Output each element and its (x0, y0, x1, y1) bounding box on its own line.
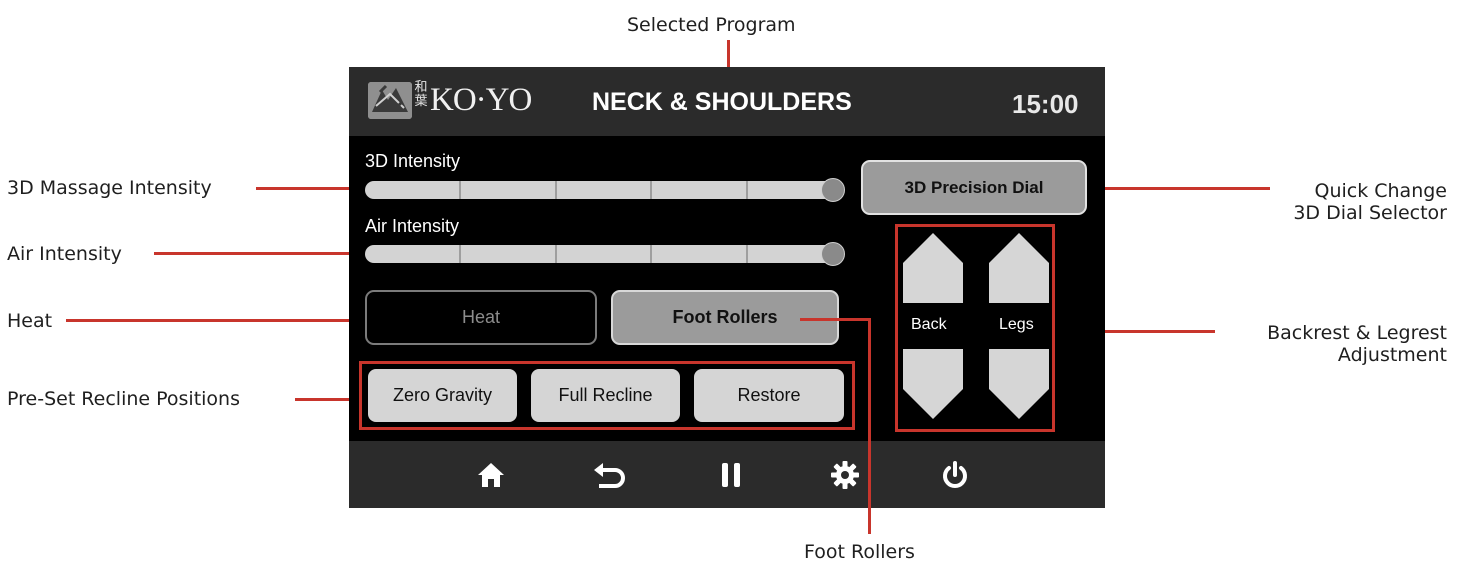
annotation-massage-intensity: 3D Massage Intensity (7, 177, 212, 199)
settings-icon[interactable] (827, 459, 863, 491)
program-title: NECK & SHOULDERS (592, 88, 852, 116)
back-label: Back (911, 316, 947, 333)
heat-button[interactable]: Heat (365, 290, 597, 345)
annotation-recline-positions: Pre-Set Recline Positions (7, 388, 240, 410)
slider-tick (650, 181, 652, 199)
legs-down-arrow-icon[interactable] (988, 349, 1050, 419)
slider-tick (746, 245, 748, 263)
slider-tick (459, 245, 461, 263)
annotation-line-air-intensity (154, 252, 366, 255)
back-down-arrow-icon[interactable] (902, 349, 964, 419)
annotation-quick-change-line2: 3D Dial Selector (1293, 202, 1447, 224)
intensity-3d-knob[interactable] (821, 178, 845, 202)
precision-dial-button[interactable]: 3D Precision Dial (861, 160, 1087, 215)
annotation-selected-program: Selected Program (627, 14, 796, 36)
slider-tick (459, 181, 461, 199)
power-icon[interactable] (937, 459, 973, 491)
air-intensity-label: Air Intensity (365, 216, 460, 236)
full-recline-button[interactable]: Full Recline (531, 369, 680, 422)
intensity-3d-label: 3D Intensity (365, 151, 461, 171)
annotation-quick-change-line1: Quick Change (1314, 180, 1447, 202)
slider-tick (555, 181, 557, 199)
pause-icon[interactable] (713, 459, 749, 491)
annotation-air-intensity: Air Intensity (7, 243, 122, 265)
legs-label: Legs (999, 316, 1034, 333)
logo-text: KO·YO (430, 82, 532, 118)
logo-kanji: 和葉 (414, 80, 428, 109)
zero-gravity-button[interactable]: Zero Gravity (368, 369, 517, 422)
home-icon[interactable] (473, 459, 509, 491)
slider-tick (650, 245, 652, 263)
slider-tick (746, 181, 748, 199)
bottom-nav-bar (349, 441, 1105, 508)
annotation-heat: Heat (7, 310, 53, 332)
annotation-line-foot-rollers-h (800, 318, 871, 321)
annotation-backrest-line2: Adjustment (1337, 344, 1447, 366)
annotation-backrest: Backrest & Legrest Adjustment (1200, 322, 1447, 366)
air-intensity-slider[interactable] (365, 242, 845, 266)
annotation-line-foot-rollers-v (868, 318, 871, 534)
logo-leaf-icon (368, 82, 412, 119)
annotation-quick-change: Quick Change 3D Dial Selector (1250, 180, 1447, 224)
back-icon[interactable] (592, 459, 628, 491)
back-up-arrow-icon[interactable] (902, 233, 964, 303)
annotation-backrest-line1: Backrest & Legrest (1267, 322, 1447, 344)
air-intensity-knob[interactable] (821, 242, 845, 266)
top-bar: 和葉 KO·YO NECK & SHOULDERS 15:00 (349, 67, 1105, 136)
annotation-line-quick-change (1080, 187, 1270, 190)
intensity-3d-slider[interactable] (365, 178, 845, 202)
restore-button[interactable]: Restore (694, 369, 844, 422)
annotation-foot-rollers: Foot Rollers (804, 541, 915, 563)
legs-up-arrow-icon[interactable] (988, 233, 1050, 303)
slider-tick (555, 245, 557, 263)
device-screen: 和葉 KO·YO NECK & SHOULDERS 15:00 3D Inten… (349, 67, 1105, 508)
session-timer: 15:00 (1012, 89, 1079, 119)
